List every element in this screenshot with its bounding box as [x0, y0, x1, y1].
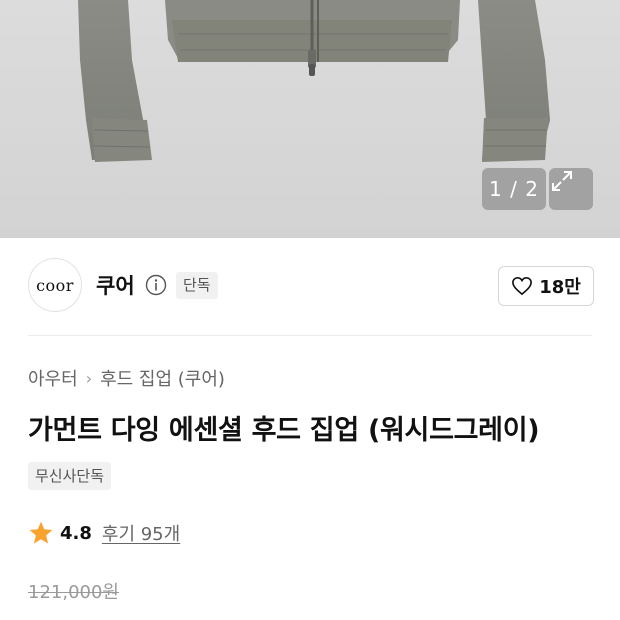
original-price: 121,000원: [28, 582, 119, 603]
product-title: 가먼트 다잉 에센셜 후드 집업 (워시드그레이): [28, 415, 540, 446]
breadcrumb-item-outer[interactable]: 아우터: [28, 365, 78, 391]
breadcrumb: 아우터 › 후드 집업 (쿠어): [28, 365, 225, 391]
image-pager: 1 / 2: [482, 168, 546, 210]
sale-price: ...: [28, 608, 60, 620]
like-button[interactable]: 18만: [498, 266, 594, 306]
musinsa-exclusive-badge: 무신사단독: [28, 462, 112, 490]
chevron-right-icon: ›: [85, 368, 93, 388]
breadcrumb-item-hood-zipup[interactable]: 후드 집업 (쿠어): [100, 365, 225, 391]
rating-value: 4.8: [60, 522, 92, 544]
star-icon: [29, 521, 53, 544]
rating-row: 4.8 후기 95개: [28, 518, 180, 548]
like-count: 18만: [539, 277, 581, 298]
brand-logo[interactable]: coor: [28, 258, 82, 312]
expand-icon: [552, 171, 572, 191]
reviews-link[interactable]: 후기 95개: [102, 520, 180, 546]
heart-icon: [512, 276, 533, 296]
brand-name[interactable]: 쿠어: [96, 270, 135, 300]
product-image[interactable]: 1 / 2: [0, 0, 620, 238]
divider: [28, 335, 592, 336]
expand-button[interactable]: [549, 168, 593, 210]
brand-row: coor 쿠어 단독 18만: [28, 258, 594, 314]
exclusive-badge: 단독: [176, 272, 218, 299]
info-icon[interactable]: [145, 274, 167, 296]
